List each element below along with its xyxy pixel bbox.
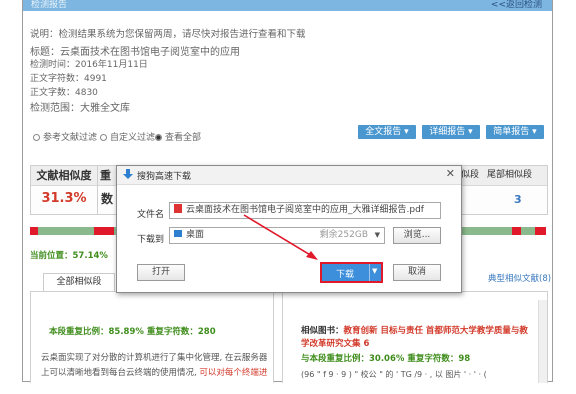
annotation-arrow-icon — [243, 214, 318, 260]
